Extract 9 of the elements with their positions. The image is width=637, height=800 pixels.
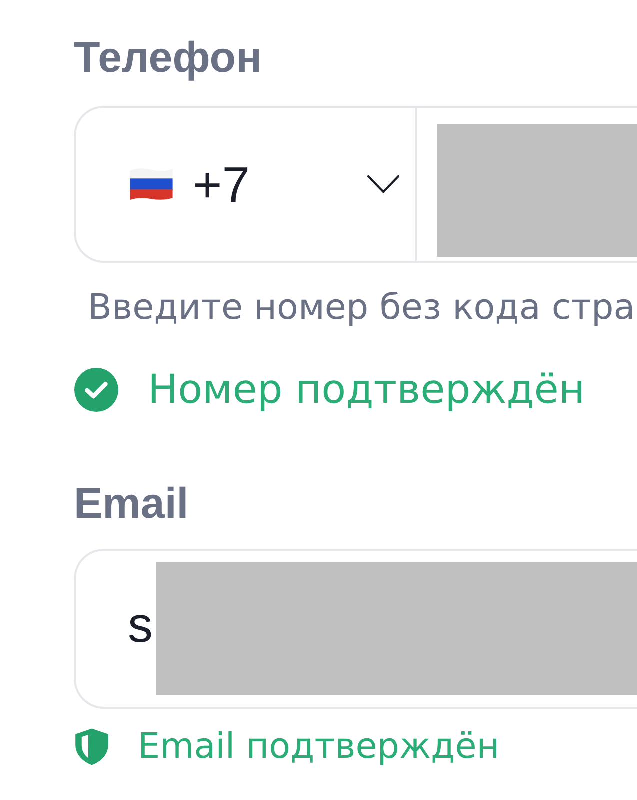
field-label: Email (74, 479, 189, 530)
country-select[interactable]: +7 (76, 108, 417, 261)
caret-icon (367, 175, 400, 194)
email-field[interactable]: s (74, 549, 637, 709)
flag-icon (128, 167, 175, 202)
status-text: Email подтверждён (138, 726, 500, 769)
hint-text: Введите номер без кода стра (88, 287, 636, 330)
field-label: Телефон (74, 33, 262, 84)
status-text: Номер подтверждён (148, 366, 586, 415)
